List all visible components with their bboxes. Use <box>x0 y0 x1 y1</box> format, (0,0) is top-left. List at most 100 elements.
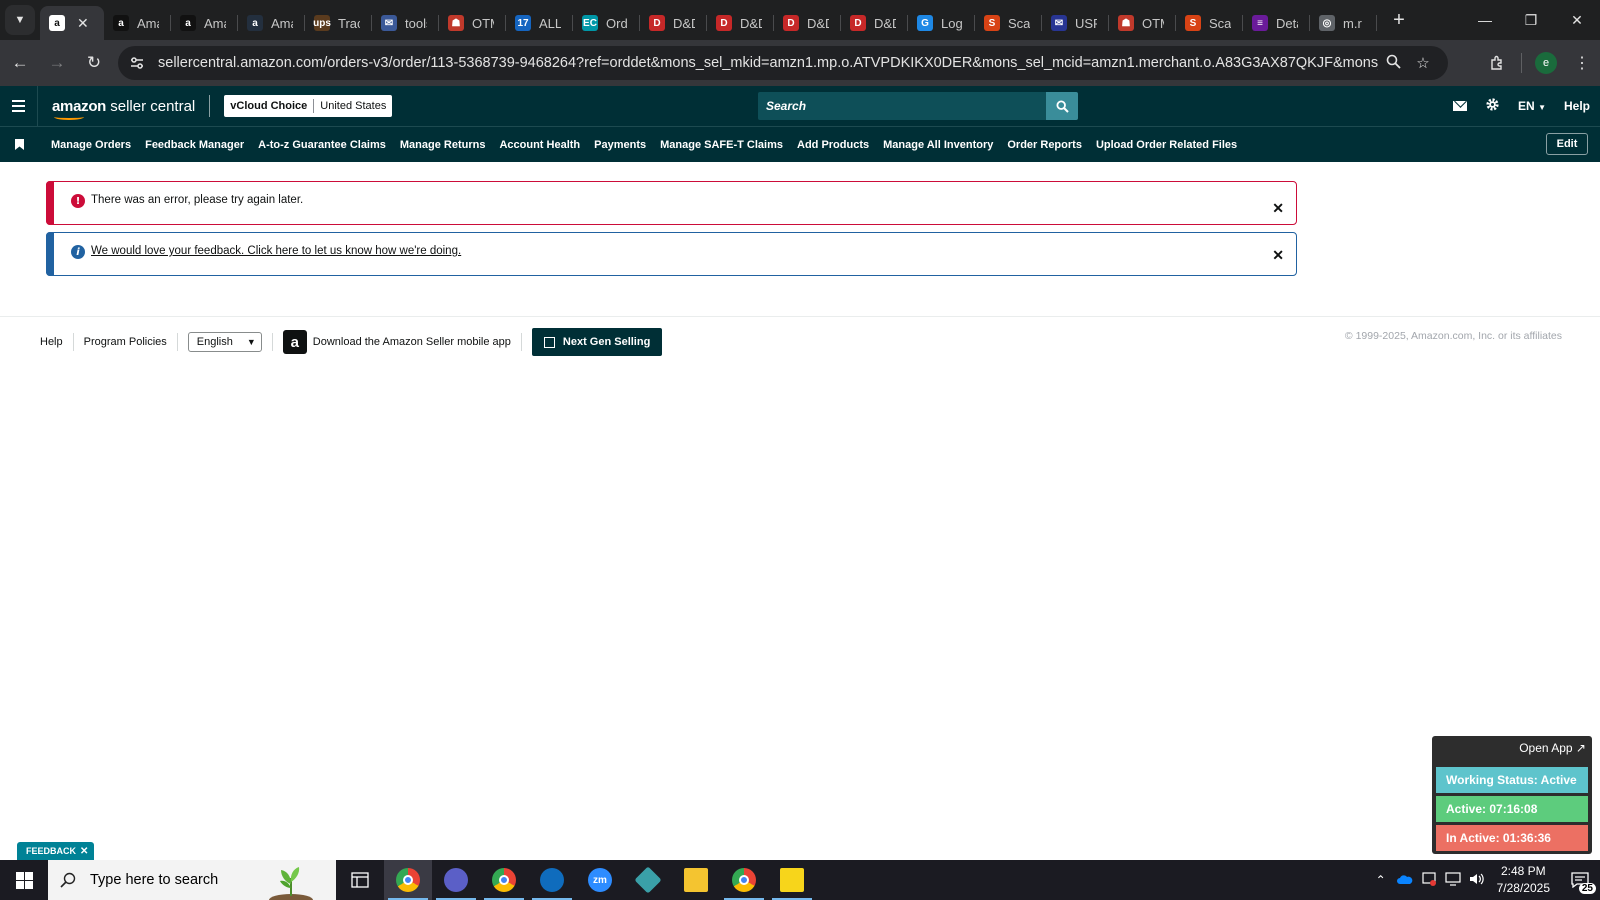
close-icon[interactable]: ✕ <box>80 846 88 857</box>
amazon-app-icon[interactable]: a <box>282 330 307 354</box>
close-icon[interactable]: ✕ <box>1272 247 1284 264</box>
address-bar[interactable]: sellercentral.amazon.com/orders-v3/order… <box>118 46 1448 80</box>
feedback-tab[interactable]: FEEDBACK ✕ <box>17 842 95 860</box>
browser-tab[interactable]: D D&D <box>640 6 707 40</box>
taskbar-app-chrome-profile-3[interactable] <box>720 860 768 900</box>
footer-help-link[interactable]: Help <box>40 336 63 348</box>
program-policies-link[interactable]: Program Policies <box>84 336 167 348</box>
browser-tab[interactable]: S Scan <box>975 6 1042 40</box>
taskbar-app-file-explorer[interactable] <box>672 860 720 900</box>
taskbar-app-chrome-profile-2[interactable] <box>480 860 528 900</box>
browser-tab[interactable]: ◎ m.r <box>1310 6 1377 40</box>
nav-link[interactable]: Feedback Manager <box>138 139 251 151</box>
onedrive-icon[interactable] <box>1393 873 1417 887</box>
taskbar-app-sticky-notes[interactable] <box>768 860 816 900</box>
taskbar-search[interactable]: Type here to search <box>48 860 336 900</box>
extensions-icon[interactable] <box>1479 45 1515 81</box>
browser-tab[interactable]: D D&D <box>841 6 908 40</box>
browser-tab[interactable]: D D&D <box>707 6 774 40</box>
search-button[interactable] <box>1046 92 1078 120</box>
language-dropdown[interactable]: EN ▼ <box>1518 99 1546 113</box>
taskbar-app-chrome[interactable] <box>384 860 432 900</box>
volume-icon[interactable] <box>1465 872 1489 889</box>
browser-tab[interactable]: D D&D <box>774 6 841 40</box>
browser-tab[interactable]: EC Orders <box>573 6 640 40</box>
chevron-up-icon[interactable]: ⌃ <box>1369 873 1393 887</box>
account-switcher[interactable]: vCloud Choice United States <box>224 95 393 117</box>
taskbar-app-teams[interactable] <box>432 860 480 900</box>
windows-logo-icon <box>15 871 33 889</box>
taskbar-app-zoom[interactable]: zm <box>576 860 624 900</box>
open-app-link[interactable]: Open App ↗ <box>1519 741 1586 755</box>
browser-tab[interactable]: a Amazon <box>104 6 171 40</box>
system-clock[interactable]: 2:48 PM 7/28/2025 <box>1497 863 1550 897</box>
close-window-button[interactable]: ✕ <box>1554 0 1600 40</box>
footer-language-select[interactable]: English ▼ <box>187 332 262 352</box>
minimize-button[interactable]: — <box>1462 0 1508 40</box>
tab-title: Amazon <box>137 15 159 31</box>
next-gen-selling-button[interactable]: Next Gen Selling <box>531 328 663 356</box>
browser-tab[interactable]: ☗ OTM <box>439 6 506 40</box>
sticky-notes-icon <box>780 868 804 892</box>
gear-icon[interactable] <box>1485 97 1500 115</box>
browser-tab[interactable]: ups Track <box>305 6 372 40</box>
browser-tab[interactable]: 17 ALL <box>506 6 573 40</box>
back-button[interactable]: ← <box>3 46 37 80</box>
start-button[interactable] <box>0 860 48 900</box>
feedback-link[interactable]: We would love your feedback. Click here … <box>91 245 461 257</box>
taskbar-app-app-diamond[interactable] <box>624 860 672 900</box>
browser-tab[interactable]: ☗ OTM <box>1109 6 1176 40</box>
restore-button[interactable]: ❐ <box>1508 0 1554 40</box>
nav-link[interactable]: Add Products <box>790 139 876 151</box>
url-text[interactable]: sellercentral.amazon.com/orders-v3/order… <box>158 55 1378 71</box>
nav-link[interactable]: Manage Orders <box>44 139 138 151</box>
nav-link[interactable]: Manage SAFE-T Claims <box>653 139 790 151</box>
hamburger-menu-icon[interactable] <box>0 86 38 126</box>
bookmark-icon[interactable] <box>0 139 38 150</box>
clock-date: 7/28/2025 <box>1496 881 1550 895</box>
nav-link[interactable]: Account Health <box>492 139 587 151</box>
header-help-link[interactable]: Help <box>1564 99 1590 113</box>
task-view-button[interactable] <box>336 860 384 900</box>
browser-tab[interactable]: ✉ USPS <box>1042 6 1109 40</box>
taskbar-app-outlook[interactable] <box>528 860 576 900</box>
browser-tab[interactable]: S Scan <box>1176 6 1243 40</box>
site-info-icon[interactable] <box>124 50 150 76</box>
tab-search-button[interactable]: ▼ <box>5 5 35 35</box>
browser-tab[interactable]: ≡ Details <box>1243 6 1310 40</box>
toolbar-right: e ⋮ <box>1479 40 1600 86</box>
nav-link[interactable]: Order Reports <box>1000 139 1089 151</box>
browser-tab[interactable]: a ✕ <box>40 6 104 40</box>
tab-title: OTM <box>1142 15 1164 31</box>
new-tab-button[interactable]: + <box>1385 6 1413 34</box>
profile-button[interactable]: e <box>1528 45 1564 81</box>
close-icon[interactable]: ✕ <box>1272 200 1284 217</box>
nav-link[interactable]: Payments <box>587 139 653 151</box>
security-icon[interactable] <box>1417 871 1441 889</box>
notification-center-button[interactable]: 25 <box>1560 860 1600 900</box>
mobile-app-link[interactable]: Download the Amazon Seller mobile app <box>313 336 511 348</box>
tab-title: Amazon <box>204 15 226 31</box>
browser-tab[interactable]: a Amazon <box>171 6 238 40</box>
search-input[interactable]: Search <box>758 92 1046 120</box>
task-view-icon <box>351 872 369 888</box>
browser-tab[interactable]: ✉ tools <box>372 6 439 40</box>
forward-button[interactable]: → <box>40 46 74 80</box>
nav-link[interactable]: Manage Returns <box>393 139 493 151</box>
browser-tab[interactable]: G Login <box>908 6 975 40</box>
nav-link[interactable]: A-to-z Guarantee Claims <box>251 139 393 151</box>
network-icon[interactable] <box>1441 871 1465 889</box>
edit-nav-button[interactable]: Edit <box>1546 133 1588 155</box>
zoom-icon[interactable] <box>1378 54 1408 73</box>
windows-taskbar: Type here to search zm ⌃ 2:48 PM 7/28/20… <box>0 860 1600 900</box>
tab-close-icon[interactable]: ✕ <box>77 15 89 32</box>
browser-tab[interactable]: a Amazon <box>238 6 305 40</box>
seller-central-logo[interactable]: amazon seller central <box>52 98 195 120</box>
mail-icon[interactable] <box>1453 101 1468 111</box>
nav-link[interactable]: Manage All Inventory <box>876 139 1000 151</box>
nav-link[interactable]: Upload Order Related Files <box>1089 139 1244 151</box>
bookmark-star-icon[interactable]: ☆ <box>1408 54 1438 72</box>
seller-central-nav: Manage Orders Feedback Manager A-to-z Guar… <box>0 126 1600 162</box>
more-menu-icon[interactable]: ⋮ <box>1564 45 1600 81</box>
reload-button[interactable]: ↻ <box>77 46 111 80</box>
